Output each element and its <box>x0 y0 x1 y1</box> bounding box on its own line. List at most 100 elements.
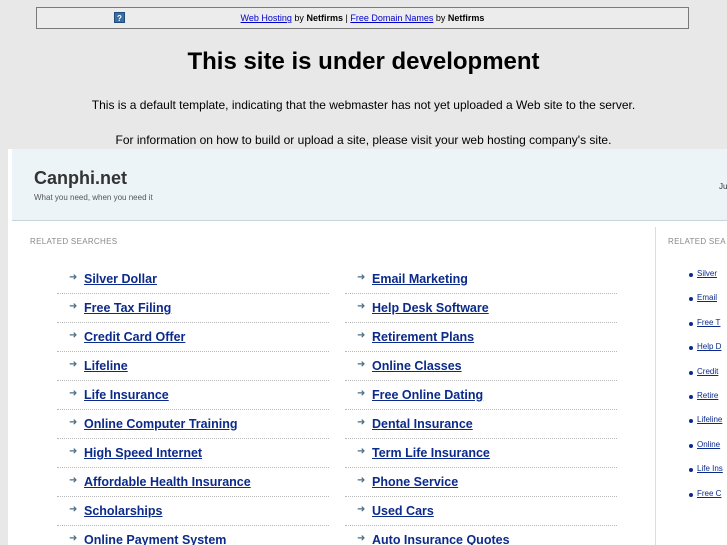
separator: | <box>345 13 348 23</box>
sidebar-search-item[interactable]: Lifeline <box>683 413 727 437</box>
related-search-link[interactable]: Retirement Plans <box>372 330 474 344</box>
related-searches-column-2: ➜ Email Marketing ➜ Help Desk Software ➜ Reti… <box>345 265 617 545</box>
related-search-item[interactable]: ➜ Lifeline <box>57 352 329 381</box>
related-search-item[interactable]: ➜ Online Computer Training <box>57 410 329 439</box>
by-text-2: by <box>435 13 446 23</box>
related-search-link[interactable]: Online Computer Training <box>84 417 237 431</box>
related-search-link[interactable]: Scholarships <box>84 504 163 518</box>
parked-domain-panel: Canphi.net What you need, when you need … <box>8 149 727 545</box>
bullet-icon <box>689 273 693 277</box>
sidebar-search-item[interactable]: Credit <box>683 365 727 389</box>
sidebar-search-item[interactable]: Free C <box>683 487 727 511</box>
related-search-item[interactable]: ➜ Scholarships <box>57 497 329 526</box>
related-search-item[interactable]: ➜ Silver Dollar <box>57 265 329 294</box>
sidebar-search-item[interactable]: Silver <box>683 267 727 291</box>
sidebar-search-link[interactable]: Help D <box>697 342 721 351</box>
arrow-right-icon: ➜ <box>69 388 78 399</box>
related-search-link[interactable]: Free Online Dating <box>372 388 483 402</box>
arrow-right-icon: ➜ <box>357 330 366 341</box>
sidebar-search-link[interactable]: Email <box>697 293 717 302</box>
related-searches-sidebar: Silver Email Free T Help D Credit Retire Lifel… <box>683 267 727 511</box>
sidebar-search-link[interactable]: Silver <box>697 269 717 278</box>
related-search-item[interactable]: ➜ Free Online Dating <box>345 381 617 410</box>
related-search-item[interactable]: ➜ Life Insurance <box>57 381 329 410</box>
related-search-link[interactable]: High Speed Internet <box>84 446 202 460</box>
sidebar-search-link[interactable]: Retire <box>697 391 718 400</box>
arrow-right-icon: ➜ <box>69 330 78 341</box>
bullet-icon <box>689 419 693 424</box>
bullet-icon <box>689 370 693 375</box>
related-search-item[interactable]: ➜ Credit Card Offer <box>57 323 329 352</box>
related-search-link[interactable]: Used Cars <box>372 504 434 518</box>
related-search-item[interactable]: ➜ Used Cars <box>345 497 617 526</box>
related-searches-column-1: ➜ Silver Dollar ➜ Free Tax Filing ➜ Credit Ca… <box>57 265 329 545</box>
related-search-item[interactable]: ➜ Term Life Insurance <box>345 439 617 468</box>
related-search-link[interactable]: Online Payment System <box>84 533 226 545</box>
bullet-icon <box>689 346 693 351</box>
related-search-item[interactable]: ➜ Dental Insurance <box>345 410 617 439</box>
netfirms-brand-2: Netfirms <box>447 13 485 23</box>
related-search-link[interactable]: Email Marketing <box>372 272 468 286</box>
by-text-1: by <box>294 13 304 23</box>
netfirms-brand-1: Netfirms <box>306 13 343 23</box>
related-search-item[interactable]: ➜ Online Payment System <box>57 526 329 545</box>
related-search-link[interactable]: Help Desk Software <box>372 301 489 315</box>
related-search-item[interactable]: ➜ Auto Insurance Quotes <box>345 526 617 545</box>
arrow-right-icon: ➜ <box>69 504 78 515</box>
sidebar-search-link[interactable]: Free C <box>697 489 721 498</box>
arrow-right-icon: ➜ <box>69 272 78 283</box>
arrow-right-icon: ➜ <box>69 446 78 457</box>
sidebar-search-item[interactable]: Email <box>683 291 727 315</box>
sidebar-search-item[interactable]: Retire <box>683 389 727 413</box>
sidebar-search-item[interactable]: Life Ins <box>683 462 727 486</box>
arrow-right-icon: ➜ <box>69 301 78 312</box>
related-search-link[interactable]: Phone Service <box>372 475 458 489</box>
question-icon[interactable]: ? <box>114 12 125 23</box>
arrow-right-icon: ➜ <box>357 533 366 544</box>
site-name[interactable]: Canphi.net <box>34 168 127 189</box>
sidebar-search-item[interactable]: Free T <box>683 316 727 340</box>
sidebar-search-item[interactable]: Online <box>683 438 727 462</box>
date-text: Ju <box>719 182 727 191</box>
bullet-icon <box>689 297 693 302</box>
arrow-right-icon: ➜ <box>357 388 366 399</box>
free-domain-names-link[interactable]: Free Domain Names <box>350 13 433 23</box>
related-search-link[interactable]: Online Classes <box>372 359 462 373</box>
bullet-icon <box>689 468 693 473</box>
arrow-right-icon: ➜ <box>69 359 78 370</box>
related-search-item[interactable]: ➜ Help Desk Software <box>345 294 617 323</box>
site-tagline: What you need, when you need it <box>34 193 153 202</box>
related-searches-label-right: RELATED SEA <box>668 237 726 246</box>
sidebar-search-link[interactable]: Free T <box>697 318 720 327</box>
hosting-banner: ? Web Hosting by Netfirms | Free Domain … <box>36 7 689 29</box>
web-hosting-link[interactable]: Web Hosting <box>241 13 292 23</box>
related-search-item[interactable]: ➜ Phone Service <box>345 468 617 497</box>
related-search-item[interactable]: ➜ Retirement Plans <box>345 323 617 352</box>
related-search-link[interactable]: Term Life Insurance <box>372 446 490 460</box>
arrow-right-icon: ➜ <box>357 475 366 486</box>
sidebar-search-link[interactable]: Life Ins <box>697 464 723 473</box>
arrow-right-icon: ➜ <box>357 417 366 428</box>
related-search-item[interactable]: ➜ Email Marketing <box>345 265 617 294</box>
related-search-item[interactable]: ➜ High Speed Internet <box>57 439 329 468</box>
related-search-item[interactable]: ➜ Online Classes <box>345 352 617 381</box>
related-search-link[interactable]: Credit Card Offer <box>84 330 185 344</box>
arrow-right-icon: ➜ <box>357 272 366 283</box>
sidebar-search-link[interactable]: Lifeline <box>697 415 722 424</box>
sidebar-search-item[interactable]: Help D <box>683 340 727 364</box>
related-search-link[interactable]: Dental Insurance <box>372 417 473 431</box>
sidebar-search-link[interactable]: Credit <box>697 367 718 376</box>
related-search-item[interactable]: ➜ Affordable Health Insurance <box>57 468 329 497</box>
sidebar-search-link[interactable]: Online <box>697 440 720 449</box>
related-search-link[interactable]: Lifeline <box>84 359 128 373</box>
related-search-link[interactable]: Affordable Health Insurance <box>84 475 251 489</box>
related-search-link[interactable]: Free Tax Filing <box>84 301 171 315</box>
related-searches-label: RELATED SEARCHES <box>30 237 118 246</box>
column-divider <box>655 227 656 545</box>
related-search-link[interactable]: Silver Dollar <box>84 272 157 286</box>
arrow-right-icon: ➜ <box>69 475 78 486</box>
related-search-link[interactable]: Life Insurance <box>84 388 169 402</box>
related-search-link[interactable]: Auto Insurance Quotes <box>372 533 510 545</box>
related-search-item[interactable]: ➜ Free Tax Filing <box>57 294 329 323</box>
arrow-right-icon: ➜ <box>357 359 366 370</box>
